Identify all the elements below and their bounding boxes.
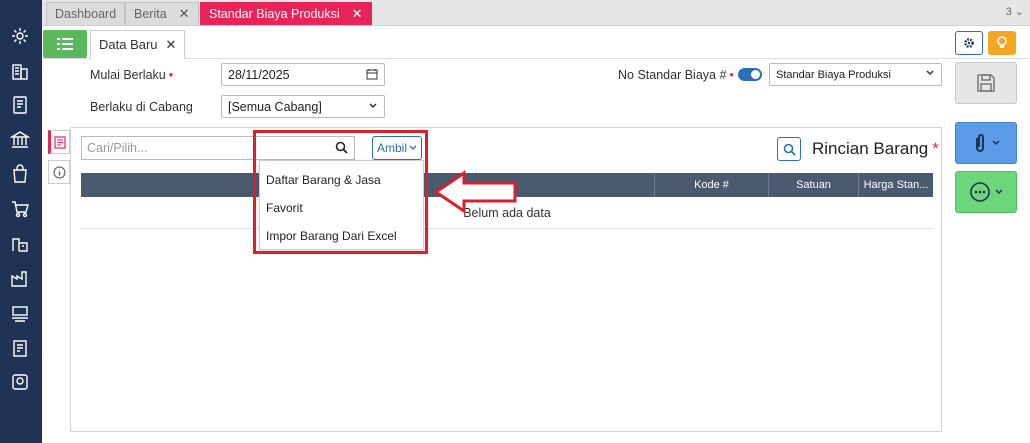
more-icon: [970, 182, 990, 202]
more-actions-button[interactable]: [955, 171, 1017, 213]
close-icon[interactable]: ✕: [166, 37, 177, 53]
doc-tab-label: Data Baru: [99, 37, 158, 52]
warehouse-icon[interactable]: [9, 232, 31, 254]
search-icon: [783, 143, 796, 156]
gear-icon[interactable]: [9, 25, 31, 47]
info-icon: [53, 166, 65, 178]
building-icon[interactable]: [9, 60, 31, 82]
bank-icon[interactable]: [9, 128, 31, 150]
cart-icon[interactable]: [9, 198, 31, 220]
rincian-barang-title: Rincian Barang *: [812, 139, 939, 158]
mulai-berlaku-input[interactable]: 28/11/2025: [221, 63, 385, 86]
auto-number-toggle[interactable]: [738, 68, 762, 81]
annotation-highlight-box: [253, 130, 428, 254]
chevron-down-icon: [925, 68, 935, 81]
pos-icon[interactable]: [9, 302, 31, 324]
tab-bar: Dashboard Berita ✕ Standar Biaya Produks…: [42, 0, 1030, 26]
attachment-button[interactable]: [955, 122, 1017, 164]
chevron-down-icon: [368, 100, 378, 114]
left-sidebar: [0, 0, 42, 443]
chevron-down-icon: [992, 140, 1000, 146]
menu-button[interactable]: [43, 30, 87, 58]
mulai-berlaku-label: Mulai Berlaku •: [90, 68, 174, 82]
annotation-arrow-icon: [433, 170, 517, 214]
list-icon: [57, 38, 73, 50]
book-icon[interactable]: [9, 94, 31, 116]
tab-standar-biaya-produksi[interactable]: Standar Biaya Produksi ✕: [200, 2, 372, 25]
cabang-select[interactable]: [Semua Cabang]: [221, 95, 385, 118]
calendar-icon[interactable]: [366, 68, 378, 83]
shopping-bag-icon[interactable]: [9, 163, 31, 185]
rincian-search-button[interactable]: [777, 137, 801, 161]
berlaku-cabang-label: Berlaku di Cabang: [90, 100, 193, 114]
chevron-down-icon: [995, 189, 1003, 195]
column-kode[interactable]: Kode #: [654, 173, 768, 197]
factory-icon[interactable]: [9, 267, 31, 289]
monitor-icon[interactable]: [9, 371, 31, 393]
save-button[interactable]: [955, 62, 1017, 104]
close-icon[interactable]: ✕: [352, 6, 363, 22]
close-icon[interactable]: ✕: [179, 6, 190, 22]
tab-count[interactable]: 3 ⌄: [1006, 5, 1024, 18]
paperclip-icon: [976, 134, 984, 152]
no-standar-select[interactable]: Standar Biaya Produksi: [769, 63, 942, 86]
no-standar-label: No Standar Biaya # •: [618, 68, 734, 82]
tab-info[interactable]: [48, 160, 70, 184]
tab-label: Dashboard: [55, 7, 117, 21]
document-header: Data Baru ✕: [42, 27, 1030, 59]
gear-icon: [964, 38, 974, 48]
tab-dashboard[interactable]: Dashboard: [46, 2, 126, 25]
document-icon: [54, 135, 66, 149]
tab-items[interactable]: [48, 130, 70, 154]
tab-label: Berita: [134, 7, 167, 21]
column-harga-standar[interactable]: Harga Stan...: [858, 173, 933, 197]
tips-button[interactable]: [988, 31, 1016, 55]
doc-tab-data-baru[interactable]: Data Baru ✕: [90, 30, 186, 59]
report-icon[interactable]: [9, 337, 31, 359]
tab-label: Standar Biaya Produksi: [209, 7, 340, 21]
tab-berita[interactable]: Berita ✕: [125, 2, 199, 25]
save-icon: [977, 74, 995, 92]
lightbulb-icon: [997, 36, 1007, 48]
column-satuan[interactable]: Satuan: [768, 173, 858, 197]
settings-button[interactable]: [955, 31, 983, 55]
